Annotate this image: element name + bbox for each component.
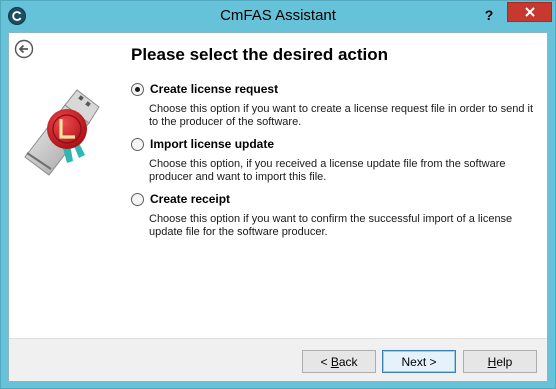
option-create-receipt[interactable]: Create receipt — [131, 191, 230, 207]
assistant-window: CmFAS Assistant ? Please select the desi… — [0, 0, 556, 389]
option-description: Choose this option, if you received a li… — [149, 158, 506, 183]
page-heading: Please select the desired action — [131, 45, 389, 64]
close-icon — [524, 7, 535, 17]
help-button-accesskey: H — [487, 354, 497, 369]
next-button[interactable]: Next > — [382, 350, 456, 373]
title-bar[interactable]: CmFAS Assistant ? — [1, 1, 555, 32]
option-label: Import license update — [150, 137, 275, 151]
button-bar: < Back Next > Help — [9, 338, 547, 381]
option-label: Create receipt — [150, 192, 231, 206]
back-button-accesskey: B — [330, 354, 339, 369]
radio-create-license-request[interactable] — [131, 82, 144, 96]
back-arrow-icon[interactable] — [14, 39, 34, 59]
title-help-button[interactable]: ? — [476, 5, 502, 25]
close-button[interactable] — [507, 2, 552, 22]
back-button[interactable]: < Back — [302, 350, 376, 373]
option-description: Choose this option if you want to confir… — [149, 213, 513, 238]
window-title: CmFAS Assistant — [220, 7, 336, 24]
option-create-license-request[interactable]: Create license request — [131, 81, 278, 97]
usb-license-key-image — [15, 65, 105, 195]
back-button-rest: ack — [338, 354, 358, 369]
help-button-rest: elp — [496, 354, 513, 369]
help-button[interactable]: Help — [463, 350, 537, 373]
radio-import-license-update[interactable] — [131, 137, 144, 151]
option-description: Choose this option if you want to create… — [149, 103, 533, 128]
wizard-client-area: Please select the desired action Create … — [8, 32, 548, 382]
option-label: Create license request — [150, 82, 279, 96]
option-import-license-update[interactable]: Import license update — [131, 136, 274, 152]
back-button-prefix: < — [320, 354, 331, 369]
radio-create-receipt[interactable] — [131, 192, 144, 206]
